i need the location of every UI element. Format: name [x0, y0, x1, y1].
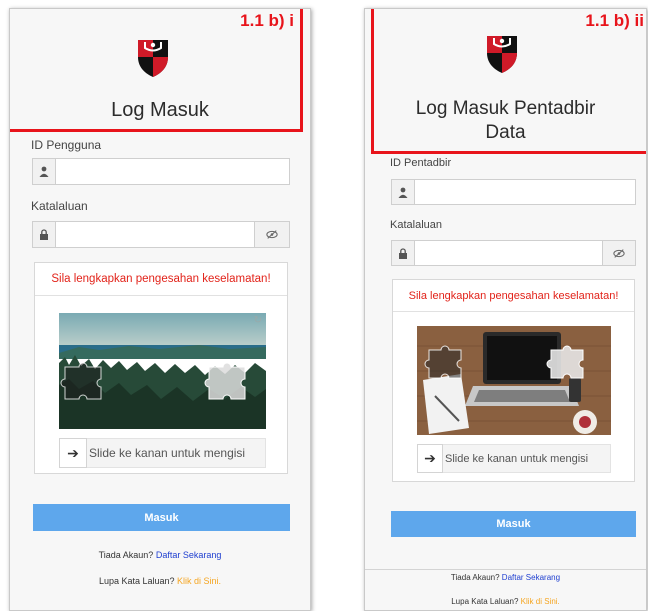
screenshot-stage: 1.1 b) i Log Masuk ID Pengguna Katalalua…	[0, 0, 648, 611]
refresh-icon[interactable]: ↻	[254, 315, 262, 326]
id-input-group	[32, 158, 290, 185]
forgot-link[interactable]: Klik di Sini.	[521, 597, 560, 606]
id-input[interactable]	[415, 179, 636, 205]
lock-icon	[32, 221, 56, 248]
slider-text: Slide ke kanan untuk mengisi	[89, 446, 246, 460]
annotation-label: 1.1 b) i	[240, 11, 294, 30]
register-link[interactable]: Daftar Sekarang	[156, 550, 222, 560]
password-label: Katalaluan	[390, 219, 442, 231]
id-label: ID Pengguna	[31, 138, 102, 152]
captcha-message: Sila lengkapkan pengesahan keselamatan!	[35, 263, 287, 296]
id-label: ID Pentadbir	[390, 157, 452, 169]
annotation-label: 1.1 b) ii	[585, 11, 644, 30]
annotation-box: 1.1 b) i	[10, 9, 303, 132]
password-input[interactable]	[415, 240, 603, 266]
submit-button[interactable]: Masuk	[391, 511, 636, 537]
annotation-box: 1.1 b) ii	[371, 9, 646, 154]
no-account-text: Tiada Akaun?	[98, 550, 154, 560]
captcha-box: Sila lengkapkan pengesahan keselamatan!	[392, 279, 635, 482]
submit-button[interactable]: Masuk	[33, 504, 290, 531]
register-line: Tiada Akaun? Daftar Sekarang	[365, 573, 646, 582]
password-input-group	[391, 240, 636, 266]
captcha-message: Sila lengkapkan pengesahan keselamatan!	[393, 280, 634, 312]
password-label: Katalaluan	[31, 199, 88, 213]
footer-divider	[365, 569, 646, 570]
login-panel-admin: 1.1 b) ii Log Masuk Pentadbir Data ID Pe…	[364, 8, 647, 611]
forgot-link[interactable]: Klik di Sini.	[177, 576, 221, 586]
password-input-group	[32, 221, 290, 248]
captcha-puzzle-image	[417, 326, 611, 435]
captcha-box: Sila lengkapkan pengesahan keselamatan!	[34, 262, 288, 474]
eye-slash-icon[interactable]	[255, 221, 290, 248]
captcha-slider: ➔ Slide ke kanan untuk mengisi	[417, 444, 611, 473]
captcha-puzzle-image: ↻	[59, 313, 266, 429]
eye-slash-icon[interactable]	[603, 240, 636, 266]
id-input-group	[391, 179, 636, 205]
arrow-right-icon[interactable]: ➔	[59, 438, 87, 468]
user-icon	[391, 179, 415, 205]
arrow-right-icon[interactable]: ➔	[417, 444, 443, 473]
slider-text: Slide ke kanan untuk mengisi	[445, 452, 589, 465]
forgot-text: Lupa Kata Laluan?	[98, 576, 175, 586]
forgot-line: Lupa Kata Laluan? Klik di Sini.	[10, 576, 310, 586]
lock-icon	[391, 240, 415, 266]
register-line: Tiada Akaun? Daftar Sekarang	[10, 550, 310, 560]
register-link[interactable]: Daftar Sekarang	[502, 573, 560, 582]
login-panel-user: 1.1 b) i Log Masuk ID Pengguna Katalalua…	[9, 8, 311, 611]
forgot-text: Lupa Kata Laluan?	[451, 597, 519, 606]
id-input[interactable]	[56, 158, 290, 185]
captcha-slider: ➔ Slide ke kanan untuk mengisi	[59, 438, 266, 468]
no-account-text: Tiada Akaun?	[450, 573, 500, 582]
forgot-line: Lupa Kata Laluan? Klik di Sini.	[365, 597, 646, 606]
user-icon	[32, 158, 56, 185]
password-input[interactable]	[56, 221, 255, 248]
